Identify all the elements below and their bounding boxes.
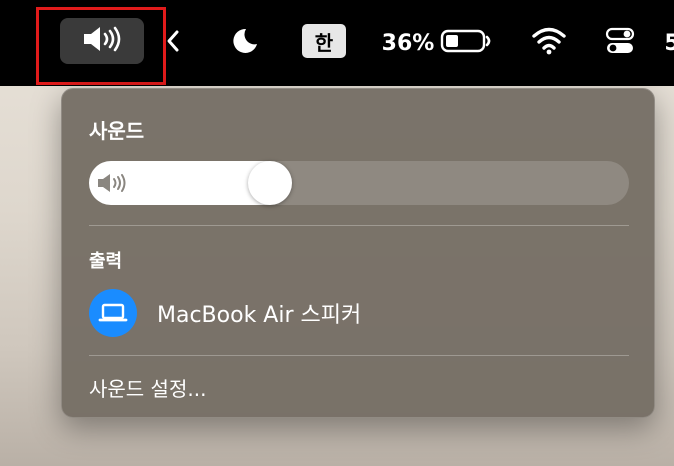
control-center-icon [605, 27, 635, 59]
divider [89, 355, 629, 356]
battery-menu-button[interactable] [438, 0, 494, 86]
output-section-label: 출력 [89, 251, 123, 272]
battery-icon [440, 28, 492, 58]
divider [89, 225, 629, 226]
speaker-icon [95, 171, 129, 195]
battery-percent: 36% [381, 30, 435, 56]
chevron-left-icon [166, 29, 180, 57]
input-source-label: 한 [314, 30, 334, 55]
wifi-icon [531, 27, 567, 59]
wifi-menu-button[interactable] [528, 0, 570, 86]
output-device-item[interactable]: MacBook Air 스피커 [89, 287, 629, 339]
speaker-icon [80, 24, 124, 58]
control-center-button[interactable] [600, 0, 640, 86]
overflow-menu-item: 5 [664, 30, 674, 56]
input-source-button[interactable]: 한 [302, 24, 346, 58]
menu-bar: 한 36% 5 [0, 0, 674, 86]
menu-extras-toggle[interactable] [162, 0, 184, 86]
focus-menu-button[interactable] [224, 0, 264, 86]
output-device-label: MacBook Air 스피커 [157, 303, 362, 328]
sound-settings-link[interactable]: 사운드 설정... [89, 373, 206, 402]
sound-dropdown-panel: 사운드 출력 MacBook Air 스피커 사운드 설정... [61, 88, 655, 418]
laptop-icon [89, 289, 137, 337]
moon-icon [229, 26, 259, 60]
volume-slider[interactable] [89, 161, 629, 205]
sound-menu-button[interactable] [60, 18, 144, 64]
panel-title: 사운드 [89, 119, 145, 143]
volume-slider-knob[interactable] [247, 161, 292, 205]
